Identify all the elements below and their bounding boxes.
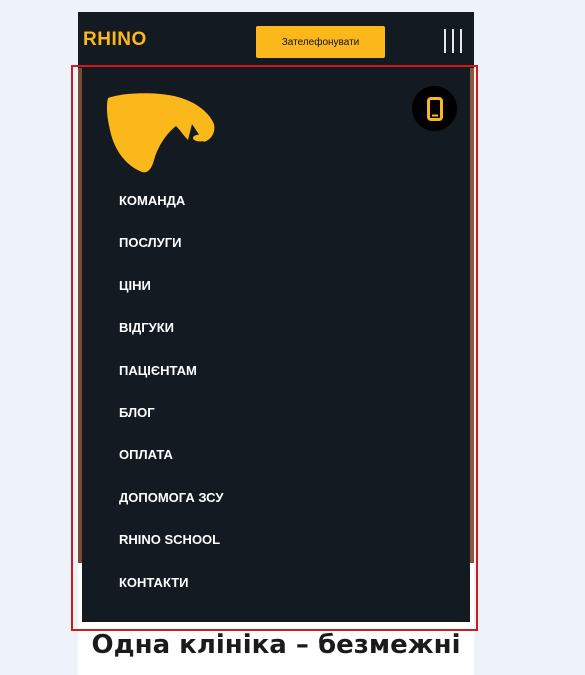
menu-item-team[interactable]: КОМАНДА bbox=[119, 180, 223, 222]
mobile-menu-panel: КОМАНДА ПОСЛУГИ ЦІНИ ВІДГУКИ ПАЦІЄНТАМ Б… bbox=[82, 66, 470, 622]
menu-item-contacts[interactable]: КОНТАКТИ bbox=[119, 562, 223, 604]
page-headline: Одна клініка – безмежні bbox=[91, 630, 461, 660]
burger-menu-icon[interactable] bbox=[444, 29, 462, 53]
menu-item-rhino-school[interactable]: RHINO SCHOOL bbox=[119, 519, 223, 561]
header-bar: RHINO Зателефонувати bbox=[78, 12, 474, 68]
call-button[interactable]: Зателефонувати bbox=[256, 26, 385, 58]
menu-item-blog[interactable]: БЛОГ bbox=[119, 392, 223, 434]
menu-item-reviews[interactable]: ВІДГУКИ bbox=[119, 307, 223, 349]
menu-item-prices[interactable]: ЦІНИ bbox=[119, 265, 223, 307]
menu-item-patients[interactable]: ПАЦІЄНТАМ bbox=[119, 350, 223, 392]
header-logo[interactable]: RHINO bbox=[83, 29, 147, 51]
rhino-logo-icon[interactable] bbox=[104, 90, 216, 174]
menu-item-payment[interactable]: ОПЛАТА bbox=[119, 434, 223, 476]
phone-icon bbox=[426, 96, 443, 121]
phone-button[interactable] bbox=[412, 86, 457, 131]
menu-list: КОМАНДА ПОСЛУГИ ЦІНИ ВІДГУКИ ПАЦІЄНТАМ Б… bbox=[119, 180, 223, 604]
menu-item-services[interactable]: ПОСЛУГИ bbox=[119, 222, 223, 264]
menu-item-help-zsu[interactable]: ДОПОМОГА ЗСУ bbox=[119, 477, 223, 519]
